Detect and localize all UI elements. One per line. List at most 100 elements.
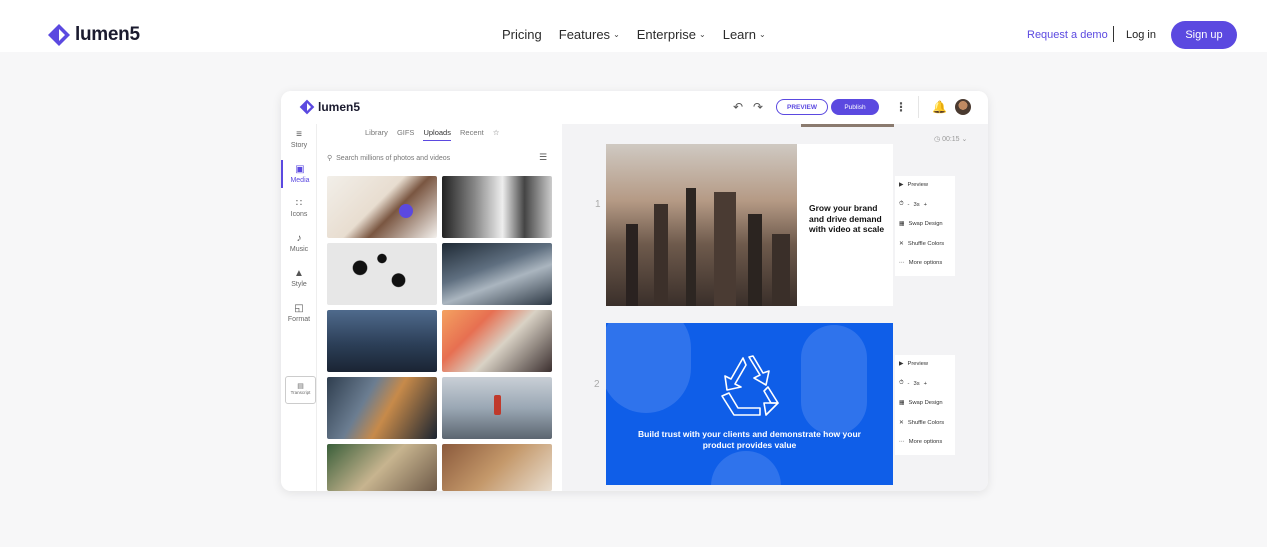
menu-preview[interactable]: ▶ Preview xyxy=(899,361,928,367)
swap-label: Swap Design xyxy=(908,221,943,227)
style-icon: ▲ xyxy=(294,268,304,279)
building xyxy=(714,192,736,306)
slide-number: 1 xyxy=(595,199,601,210)
more-vertical-icon[interactable]: ⋮ xyxy=(895,100,907,114)
duration-minus[interactable]: - xyxy=(908,381,910,387)
menu-swap-design[interactable]: ▦ Swap Design xyxy=(899,400,943,406)
more-label: More options xyxy=(908,260,943,266)
menu-preview[interactable]: ▶ Preview xyxy=(899,182,928,188)
rail-label: Media xyxy=(290,177,310,184)
video-timer[interactable]: ◷ 00:15 ⌄ xyxy=(934,135,967,143)
menu-more-options[interactable]: ⋯ More options xyxy=(899,439,942,445)
app-preview-frame: lumen5 ↶ ↷ PREVIEW Publish ⋮ 🔔 ≡ Story ▣… xyxy=(281,91,988,491)
nav-enterprise[interactable]: Enterprise ⌄ xyxy=(637,27,706,42)
more-horizontal-icon: ⋯ xyxy=(899,439,905,445)
app-logo-text: lumen5 xyxy=(318,100,361,114)
menu-shuffle-colors[interactable]: ✕ Shuffle Colors xyxy=(899,420,944,426)
media-thumbnail[interactable] xyxy=(327,377,437,439)
story-icon: ≡ xyxy=(296,129,302,140)
media-thumbnail[interactable] xyxy=(442,176,552,238)
slide-2-headline[interactable]: Build trust with your clients and demons… xyxy=(626,429,873,451)
media-thumbnail[interactable] xyxy=(442,243,552,305)
building xyxy=(654,204,668,306)
lumen5-logo[interactable]: lumen5 xyxy=(47,23,140,47)
nav-features-label: Features xyxy=(558,27,611,42)
nav-separator xyxy=(1113,26,1114,42)
chevron-down-icon: ⌄ xyxy=(699,30,706,39)
filter-icon[interactable]: ☰ xyxy=(539,152,547,163)
media-thumbnail[interactable] xyxy=(442,377,552,439)
transcript-button[interactable]: ▤ Transcript xyxy=(285,376,316,404)
tab-library[interactable]: Library xyxy=(365,128,388,141)
menu-duration[interactable]: ⏱ -3s + xyxy=(899,380,927,387)
media-thumbnail[interactable] xyxy=(327,243,437,305)
building xyxy=(748,214,762,306)
rail-item-music[interactable]: ♪ Music xyxy=(281,233,317,253)
decorative-pill xyxy=(711,451,781,485)
media-search[interactable]: ⚲ Search millions of photos and videos xyxy=(327,151,555,165)
signup-button[interactable]: Sign up xyxy=(1171,21,1237,49)
rail-label: Icons xyxy=(290,211,308,218)
timer-value: 00:15 xyxy=(942,136,960,143)
publish-button[interactable]: Publish xyxy=(831,99,879,115)
lumen5-logo-icon xyxy=(48,24,70,46)
media-thumbnail[interactable] xyxy=(327,310,437,372)
rail-item-story[interactable]: ≡ Story xyxy=(281,129,317,149)
building xyxy=(686,188,696,306)
nav-learn[interactable]: Learn ⌄ xyxy=(723,27,766,42)
media-icon: ▣ xyxy=(295,164,305,175)
media-thumbnail[interactable] xyxy=(327,176,437,238)
menu-preview-label: Preview xyxy=(907,361,929,367)
media-thumbnail[interactable] xyxy=(442,310,552,372)
tab-gifs[interactable]: GIFS xyxy=(397,128,415,141)
tool-rail: ≡ Story ▣ Media ∷ Icons ♪ Music ▲ Style … xyxy=(281,124,317,491)
media-thumbnail[interactable] xyxy=(442,444,552,491)
slide-1-headline[interactable]: Grow your brand and drive demand with vi… xyxy=(809,203,889,235)
duration-plus[interactable]: + xyxy=(924,202,927,208)
hiker-figure xyxy=(494,395,501,415)
chevron-down-icon: ⌄ xyxy=(758,30,766,39)
login-link[interactable]: Log in xyxy=(1126,29,1156,41)
rail-item-style[interactable]: ▲ Style xyxy=(281,268,317,288)
rail-label: Format xyxy=(287,316,311,323)
format-icon: ◱ xyxy=(294,303,304,314)
duration-minus[interactable]: - xyxy=(908,202,910,208)
app-header: lumen5 ↶ ↷ PREVIEW Publish ⋮ 🔔 xyxy=(281,91,988,124)
rail-item-icons[interactable]: ∷ Icons xyxy=(281,198,317,218)
rail-item-media[interactable]: ▣ Media xyxy=(281,160,317,188)
top-navigation: lumen5 Pricing Features ⌄ Enterprise ⌄ Lea… xyxy=(0,0,1267,52)
search-input[interactable]: Search millions of photos and videos xyxy=(336,155,450,162)
avatar[interactable] xyxy=(955,99,971,115)
tab-recent[interactable]: Recent xyxy=(460,128,484,141)
nav-features[interactable]: Features ⌄ xyxy=(559,27,620,42)
rail-label: Story xyxy=(290,142,308,149)
play-icon: ▶ xyxy=(899,182,904,188)
undo-icon[interactable]: ↶ xyxy=(733,100,743,114)
menu-duration[interactable]: ⏱ -3s + xyxy=(899,201,927,208)
tab-uploads[interactable]: Uploads xyxy=(423,128,451,141)
clock-icon: ◷ xyxy=(934,136,941,143)
duration-plus[interactable]: + xyxy=(924,381,927,387)
more-horizontal-icon: ⋯ xyxy=(899,260,905,266)
bell-icon[interactable]: 🔔 xyxy=(932,100,947,114)
shuffle-label: Shuffle Colors xyxy=(907,241,945,247)
rail-item-format[interactable]: ◱ Format xyxy=(281,303,317,323)
shuffle-label: Shuffle Colors xyxy=(907,420,945,426)
redo-icon[interactable]: ↷ xyxy=(753,100,763,114)
menu-swap-design[interactable]: ▦ Swap Design xyxy=(899,221,943,227)
preview-button[interactable]: PREVIEW xyxy=(776,99,828,115)
request-demo-link[interactable]: Request a demo xyxy=(1027,29,1108,41)
nav-pricing[interactable]: Pricing xyxy=(502,27,542,42)
slide-2[interactable]: Build trust with your clients and demons… xyxy=(606,323,893,485)
star-icon[interactable]: ☆ xyxy=(493,128,500,141)
menu-shuffle-colors[interactable]: ✕ Shuffle Colors xyxy=(899,241,944,247)
nav-pricing-label: Pricing xyxy=(502,27,542,42)
slide-1[interactable]: Grow your brand and drive demand with vi… xyxy=(606,144,893,306)
nav-learn-label: Learn xyxy=(722,27,756,42)
media-thumbnail[interactable] xyxy=(327,444,437,491)
main-nav: Pricing Features ⌄ Enterprise ⌄ Learn ⌄ xyxy=(502,27,766,42)
menu-more-options[interactable]: ⋯ More options xyxy=(899,260,942,266)
building xyxy=(772,234,790,306)
nav-enterprise-label: Enterprise xyxy=(636,27,697,42)
menu-preview-label: Preview xyxy=(907,182,929,188)
